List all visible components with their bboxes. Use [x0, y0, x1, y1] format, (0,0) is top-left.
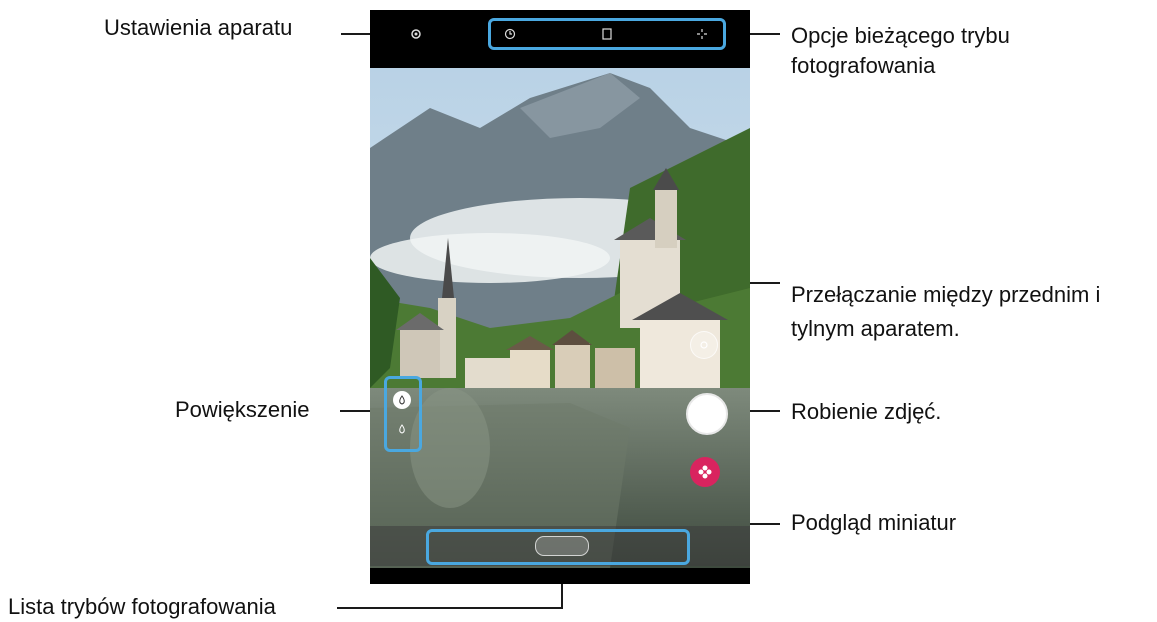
- switch-camera-label: Przełączanie między przednim i tylnym ap…: [791, 282, 1101, 341]
- camera-screen: [370, 10, 750, 584]
- take-picture-label: Robienie zdjęć.: [791, 399, 942, 424]
- zoom-label: Powiększenie: [175, 397, 310, 422]
- mode-list-leader-line: [337, 607, 563, 609]
- zoom-wide-icon[interactable]: [393, 391, 411, 409]
- preview-thumbnail-label: Podgląd miniatur: [791, 510, 957, 535]
- mode-options-label: Opcje bieżącego trybu fotografowania: [791, 23, 1010, 78]
- mode-selected-pill[interactable]: [535, 536, 589, 556]
- gear-icon[interactable]: [408, 26, 424, 42]
- timer-icon[interactable]: [502, 26, 518, 42]
- preview-thumbnail[interactable]: [690, 457, 720, 487]
- switch-camera-icon[interactable]: [690, 331, 718, 359]
- shutter-button[interactable]: [686, 393, 728, 435]
- mode-list-bar: [370, 526, 750, 566]
- sparkle-icon[interactable]: [694, 26, 710, 42]
- zoom-normal-icon[interactable]: [393, 420, 411, 438]
- zoom-callout: [384, 376, 422, 452]
- camera-settings-label: Ustawienia aparatu: [104, 15, 293, 40]
- camera-top-bar: [370, 10, 750, 68]
- aspect-ratio-icon[interactable]: [599, 26, 615, 42]
- mode-list-label: Lista trybów fotografowania: [8, 594, 276, 619]
- camera-viewfinder[interactable]: [370, 68, 750, 568]
